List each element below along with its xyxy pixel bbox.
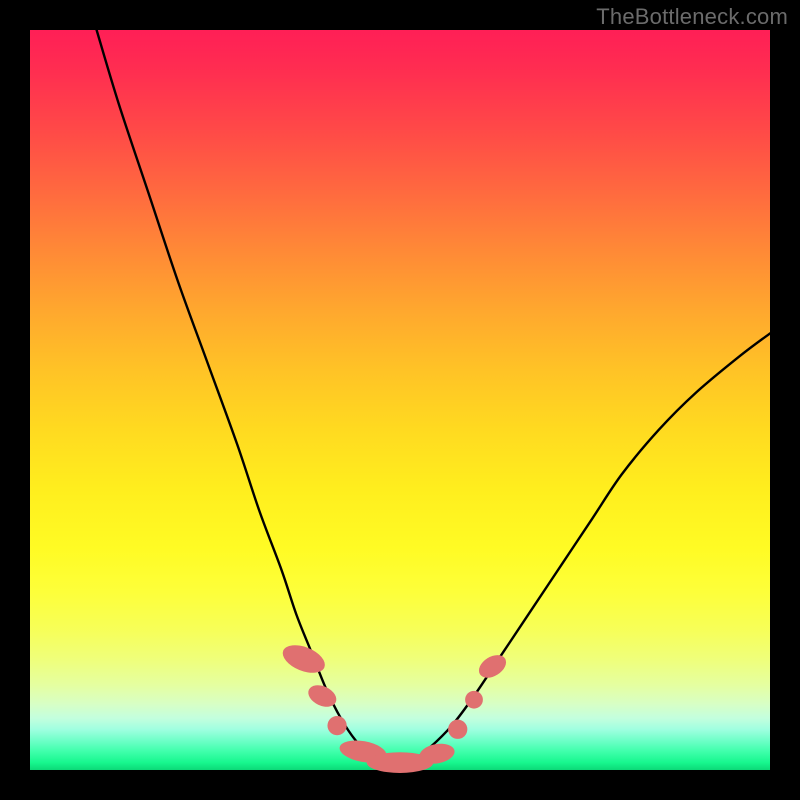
- chart-svg: [30, 30, 770, 770]
- curve-marker: [475, 650, 510, 682]
- curve-marker: [448, 720, 467, 739]
- chart-frame: TheBottleneck.com: [0, 0, 800, 800]
- curve-marker: [465, 691, 483, 709]
- bottleneck-curve: [97, 30, 770, 763]
- curve-marker: [327, 716, 346, 735]
- curve-marker: [279, 640, 329, 679]
- curve-markers: [279, 640, 510, 773]
- watermark-text: TheBottleneck.com: [596, 4, 788, 30]
